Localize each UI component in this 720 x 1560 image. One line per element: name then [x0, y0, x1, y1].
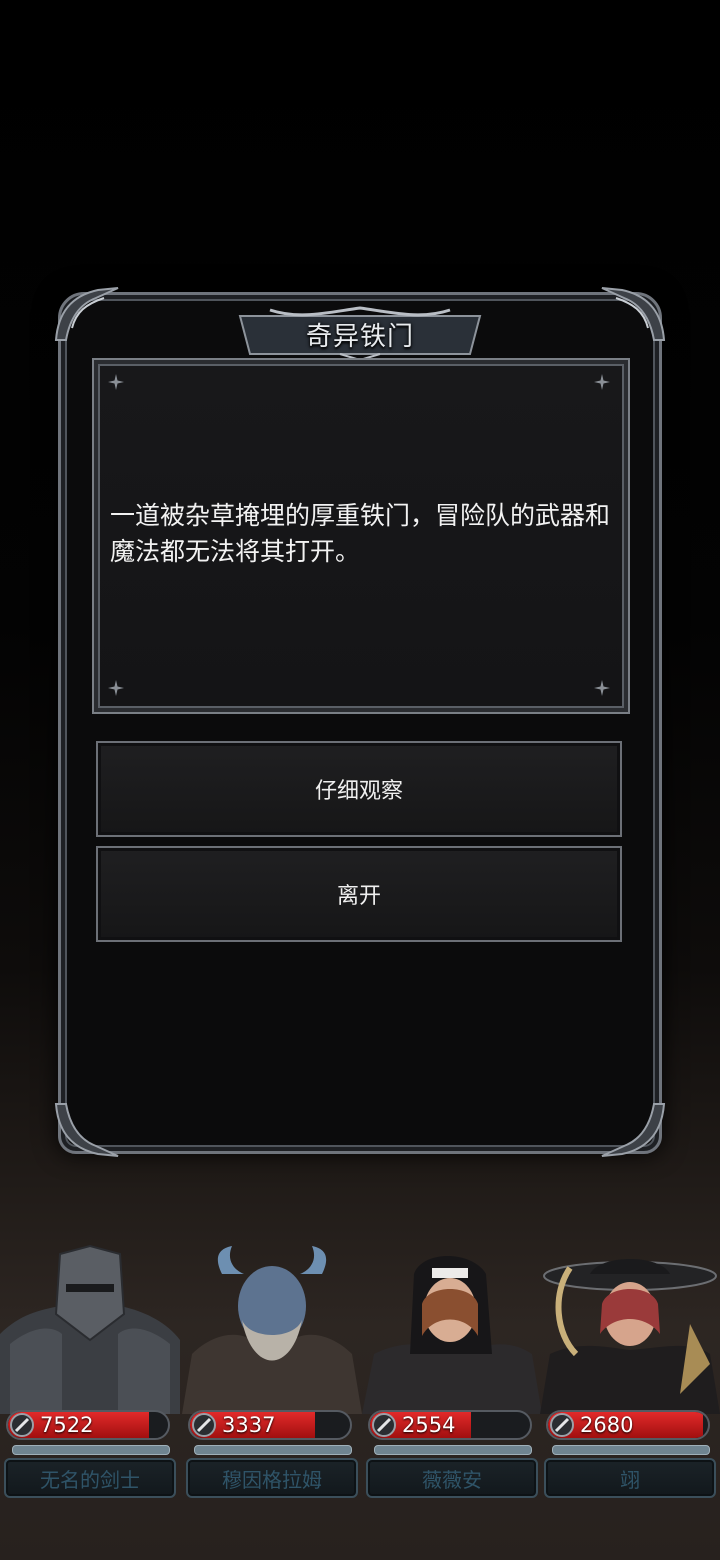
frame-ornament-icon	[601, 1103, 666, 1157]
hero-name: 翊	[544, 1458, 716, 1498]
sword-icon	[550, 1413, 574, 1437]
sparkle-icon	[108, 680, 124, 696]
hp-bar: 2554	[368, 1410, 532, 1440]
energy-bar	[194, 1445, 352, 1455]
party-member-0[interactable]: 7522 无名的剑士	[0, 1244, 180, 1500]
choice-observe-button[interactable]: 仔细观察	[96, 741, 622, 837]
horned-blue-dwarf-portrait	[182, 1246, 362, 1414]
energy-bar	[12, 1445, 170, 1455]
hp-bar: 3337	[188, 1410, 352, 1440]
armored-knight-portrait	[0, 1244, 180, 1414]
sword-icon	[192, 1413, 216, 1437]
energy-bar	[552, 1445, 710, 1455]
choice-leave-button[interactable]: 离开	[96, 846, 622, 942]
sparkle-icon	[108, 374, 124, 390]
hp-value: 2680	[580, 1413, 634, 1437]
sword-icon	[10, 1413, 34, 1437]
hp-value: 3337	[222, 1413, 276, 1437]
hp-bar: 2680	[546, 1410, 710, 1440]
sparkle-icon	[594, 680, 610, 696]
hat-claw-woman-portrait	[540, 1259, 720, 1414]
event-description: 一道被杂草掩埋的厚重铁门，冒险队的武器和魔法都无法将其打开。	[110, 501, 611, 566]
frame-ornament-icon	[54, 1103, 119, 1157]
energy-bar	[374, 1445, 532, 1455]
hp-value: 2554	[402, 1413, 456, 1437]
hp-bar: 7522	[6, 1410, 170, 1440]
game-screen: 奇异铁门 一道被杂草掩埋的厚重铁门，冒险队的武器和魔法都无法将其打开。 仔细观察…	[0, 0, 720, 1560]
nun-fighter-portrait	[362, 1256, 542, 1414]
hero-name: 无名的剑士	[4, 1458, 176, 1498]
hero-name: 薇薇安	[366, 1458, 538, 1498]
party-member-3[interactable]: 2680 翊	[540, 1244, 720, 1500]
event-title: 奇异铁门	[305, 322, 414, 352]
hp-value: 7522	[40, 1413, 94, 1437]
party-member-1[interactable]: 3337 穆因格拉姆	[182, 1244, 362, 1500]
party-member-2[interactable]: 2554 薇薇安	[362, 1244, 542, 1500]
sword-icon	[372, 1413, 396, 1437]
hero-name: 穆因格拉姆	[186, 1458, 358, 1498]
sparkle-icon	[594, 374, 610, 390]
